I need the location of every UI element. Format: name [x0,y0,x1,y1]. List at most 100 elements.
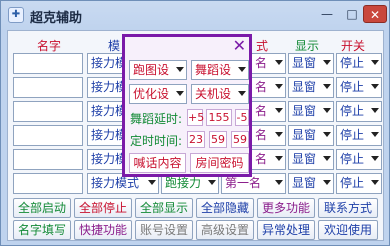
switch-select[interactable]: 停止 [336,149,382,170]
rank-value: 名 [255,152,268,166]
display-value: 显窗 [292,56,317,70]
title-bar[interactable]: ✚ 超克辅助 — □ ✕ [1,1,389,29]
chevron-down-icon [275,180,283,185]
timer-minute-field[interactable]: 59 [209,131,227,148]
header-mode: 模 [108,39,121,53]
settings-popup: ✕ 跑图设 舞蹈设 优化设 关机设 舞蹈延时: +5 155 -5 定时时间: … [122,34,252,177]
switch-value: 停止 [340,80,365,94]
chevron-down-icon [371,60,379,65]
mode-value: 接力模式 [91,176,140,190]
name-field[interactable] [13,125,83,146]
chevron-down-icon [275,108,283,113]
display-select[interactable]: 显窗 [288,101,334,122]
maximize-button[interactable]: □ [339,5,365,23]
chevron-down-icon [275,156,283,161]
dance-delay-label: 舞蹈延时: [130,112,183,126]
header-switch: 开关 [341,39,366,53]
rank-value: 第一名 [225,176,262,190]
chevron-down-icon [371,108,379,113]
display-select[interactable]: 显窗 [288,53,334,74]
chevron-down-icon [176,91,184,96]
chevron-down-icon [323,84,331,89]
account-settings-button[interactable]: 账号设置 [135,220,193,240]
shutdown-setting-value: 关机设 [195,87,232,101]
switch-select[interactable]: 停止 [336,125,382,146]
chevron-down-icon [323,60,331,65]
rank-value: 名 [255,56,268,70]
rank-select[interactable]: 名 [251,101,286,122]
optimize-setting-value: 优化设 [133,87,170,101]
chevron-down-icon [238,91,246,96]
dance-value: 跑接力 [165,176,202,190]
header-style: 式 [256,39,269,53]
popup-close-icon[interactable]: ✕ [233,36,246,55]
name-field[interactable] [13,53,83,74]
chevron-down-icon [323,132,331,137]
name-field[interactable] [13,77,83,98]
rank-value: 名 [255,80,268,94]
chevron-down-icon [371,132,379,137]
delay-value-field[interactable]: 155 [206,109,232,126]
chevron-down-icon [371,156,379,161]
shutdown-setting-select[interactable]: 关机设 [191,84,249,104]
delay-decrease-button[interactable]: -5 [235,109,249,126]
display-select[interactable]: 显窗 [288,149,334,170]
delay-increase-button[interactable]: +5 [187,109,204,126]
name-field[interactable] [13,149,83,170]
timer-hour-field[interactable]: 23 [187,131,205,148]
chevron-down-icon [176,67,184,72]
timer-label: 定时时间: [130,134,183,148]
fill-names-button[interactable]: 名字填写 [13,220,71,240]
window-title: 超克辅助 [30,11,83,26]
advanced-settings-button[interactable]: 高级设置 [196,220,254,240]
switch-select[interactable]: 停止 [336,77,382,98]
close-button[interactable]: ✕ [363,5,387,23]
switch-value: 停止 [340,176,365,190]
chevron-down-icon [275,84,283,89]
chevron-down-icon [323,108,331,113]
rank-value: 名 [255,128,268,142]
optimize-setting-select[interactable]: 优化设 [129,84,187,104]
rank-select[interactable]: 名 [251,77,286,98]
switch-select[interactable]: 停止 [336,101,382,122]
switch-select[interactable]: 停止 [336,173,382,194]
display-select[interactable]: 显窗 [288,125,334,146]
contact-button[interactable]: 联系方式 [318,198,378,218]
rank-select[interactable]: 名 [251,149,286,170]
switch-select[interactable]: 停止 [336,53,382,74]
chevron-down-icon [371,180,379,185]
display-select[interactable]: 显窗 [288,173,334,194]
room-password-button[interactable]: 房间密码 [190,153,249,173]
header-name: 名字 [37,39,62,53]
name-field[interactable] [13,173,83,194]
display-value: 显窗 [292,176,317,190]
rank-value: 名 [255,104,268,118]
app-icon: ✚ [8,7,24,23]
route-setting-select[interactable]: 跑图设 [129,60,187,80]
shortcuts-button[interactable]: 快捷功能 [74,220,132,240]
hide-all-button[interactable]: 全部隐藏 [196,198,254,218]
display-select[interactable]: 显窗 [288,77,334,98]
chevron-down-icon [208,180,216,185]
header-display: 显示 [295,39,320,53]
display-value: 显窗 [292,104,317,118]
start-all-button[interactable]: 全部启动 [13,198,71,218]
switch-value: 停止 [340,152,365,166]
chevron-down-icon [238,67,246,72]
dance-setting-value: 舞蹈设 [195,63,232,77]
name-field[interactable] [13,101,83,122]
shout-content-button[interactable]: 喊话内容 [129,153,186,173]
dance-setting-select[interactable]: 舞蹈设 [191,60,249,80]
welcome-button[interactable]: 欢迎使用 [318,220,378,240]
show-all-button[interactable]: 全部显示 [135,198,193,218]
exception-handling-button[interactable]: 异常处理 [257,220,315,240]
stop-all-button[interactable]: 全部停止 [74,198,132,218]
chevron-down-icon [323,180,331,185]
more-features-button[interactable]: 更多功能 [257,198,315,218]
rank-select[interactable]: 名 [251,53,286,74]
route-setting-value: 跑图设 [133,63,170,77]
display-value: 显窗 [292,152,317,166]
timer-second-field[interactable]: 59 [231,131,249,148]
rank-select[interactable]: 名 [251,125,286,146]
minimize-button[interactable]: — [314,5,340,23]
